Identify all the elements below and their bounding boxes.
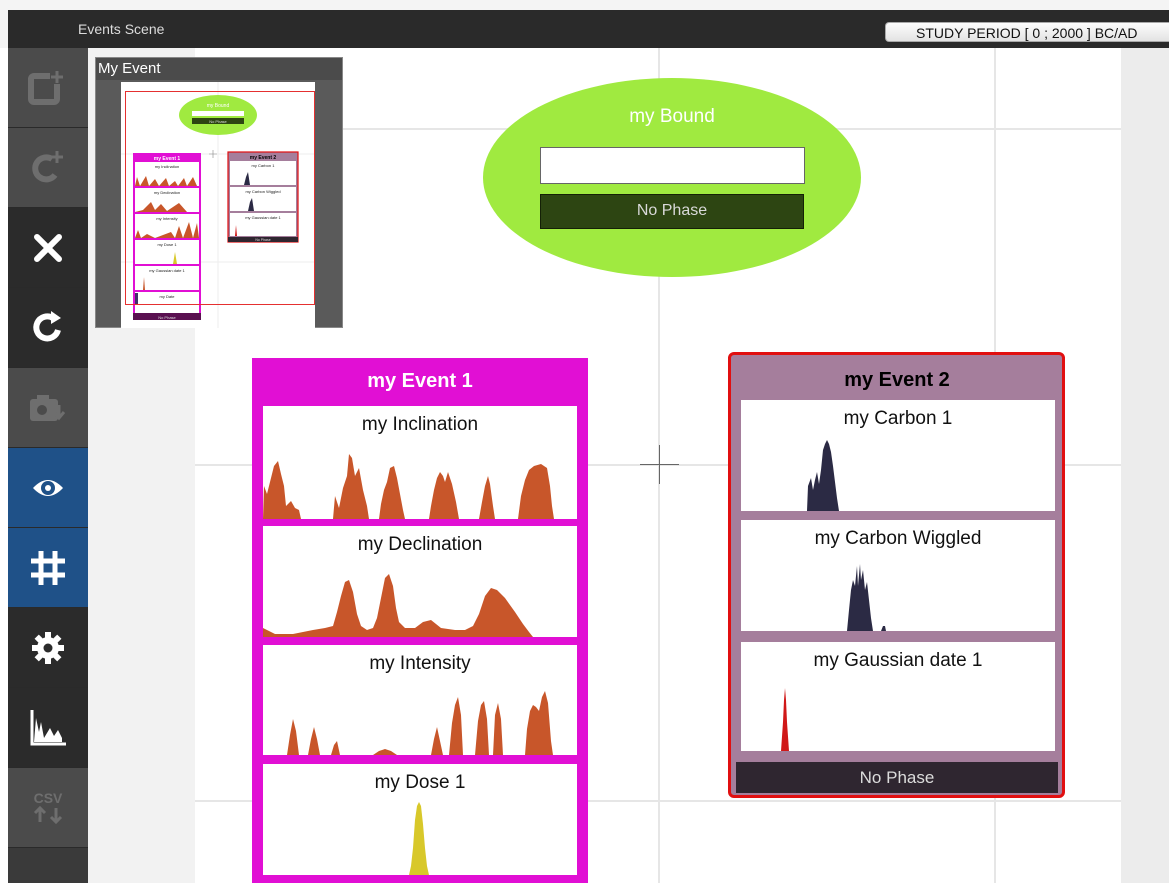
export-image-button[interactable] — [8, 368, 88, 448]
gaussian-density-curve — [741, 688, 789, 751]
event-node-2[interactable]: my Event 2 my Carbon 1 my Carbon Wiggled… — [728, 352, 1065, 798]
bound-value-field[interactable] — [540, 147, 805, 184]
new-event-icon — [28, 70, 64, 105]
new-bound-button[interactable] — [8, 128, 88, 208]
date-card-declination[interactable]: my Declination — [263, 526, 577, 637]
bound-phase-bar[interactable]: No Phase — [540, 194, 804, 229]
overview-event1-phase: No Phase — [158, 315, 176, 320]
dose-density-curve — [263, 802, 577, 875]
date-card-dose[interactable]: my Dose 1 — [263, 764, 577, 875]
overview-title: My Event — [96, 58, 342, 80]
overview-minimap[interactable]: My Event my Bound No Phase my Event 1 my… — [95, 57, 343, 328]
carbon-density-curve — [741, 440, 839, 511]
bound-node[interactable]: my Bound No Phase — [483, 78, 861, 277]
delete-button[interactable] — [8, 208, 88, 288]
window-title: Events Scene — [78, 21, 165, 37]
overview-viewport-frame[interactable] — [125, 91, 315, 305]
date-card-carbon-wiggled[interactable]: my Carbon Wiggled — [741, 520, 1055, 631]
declination-density-curve — [263, 574, 533, 637]
scene-center-crosshair — [659, 445, 660, 484]
bound-title: my Bound — [629, 106, 715, 127]
event-title: my Event 1 — [367, 370, 473, 392]
show-grid-button[interactable] — [8, 528, 88, 608]
date-card-carbon[interactable]: my Carbon 1 — [741, 400, 1055, 511]
export-image-icon — [30, 395, 66, 421]
csv-import-export-button[interactable]: CSV — [8, 768, 88, 848]
restore-icon — [33, 311, 61, 342]
study-period-button[interactable]: STUDY PERIOD [ 0 ; 2000 ] BC/AD — [885, 22, 1169, 42]
date-card-inclination[interactable]: my Inclination — [263, 406, 577, 519]
event-node-1[interactable]: my Event 1 my Inclination my Declination… — [252, 358, 588, 883]
carbon-wiggled-density-curve — [741, 564, 886, 631]
show-overview-button[interactable] — [8, 448, 88, 528]
new-event-button[interactable] — [8, 48, 88, 128]
left-toolbar: CSV — [8, 48, 88, 883]
settings-button[interactable] — [8, 608, 88, 688]
event-title: my Event 2 — [844, 369, 950, 391]
csv-label: CSV — [34, 790, 63, 806]
restore-button[interactable] — [8, 288, 88, 368]
scene-right-margin — [1121, 48, 1169, 883]
date-card-gaussian[interactable]: my Gaussian date 1 — [741, 642, 1055, 751]
chronocurve-button[interactable] — [8, 688, 88, 768]
new-bound-icon — [32, 151, 63, 183]
eye-icon — [33, 480, 63, 496]
grid-icon — [31, 551, 65, 585]
overview-canvas: my Bound No Phase my Event 1 my Inclinat… — [121, 82, 315, 328]
chronocurve-chart-icon — [30, 710, 66, 746]
event-phase-bar[interactable]: No Phase — [736, 762, 1058, 793]
csv-import-export-icon: CSV — [34, 790, 63, 825]
delete-icon — [34, 234, 62, 262]
intensity-density-curve — [263, 691, 553, 755]
date-card-intensity[interactable]: my Intensity — [263, 645, 577, 755]
inclination-density-curve — [263, 454, 554, 519]
settings-gear-icon — [32, 632, 64, 664]
